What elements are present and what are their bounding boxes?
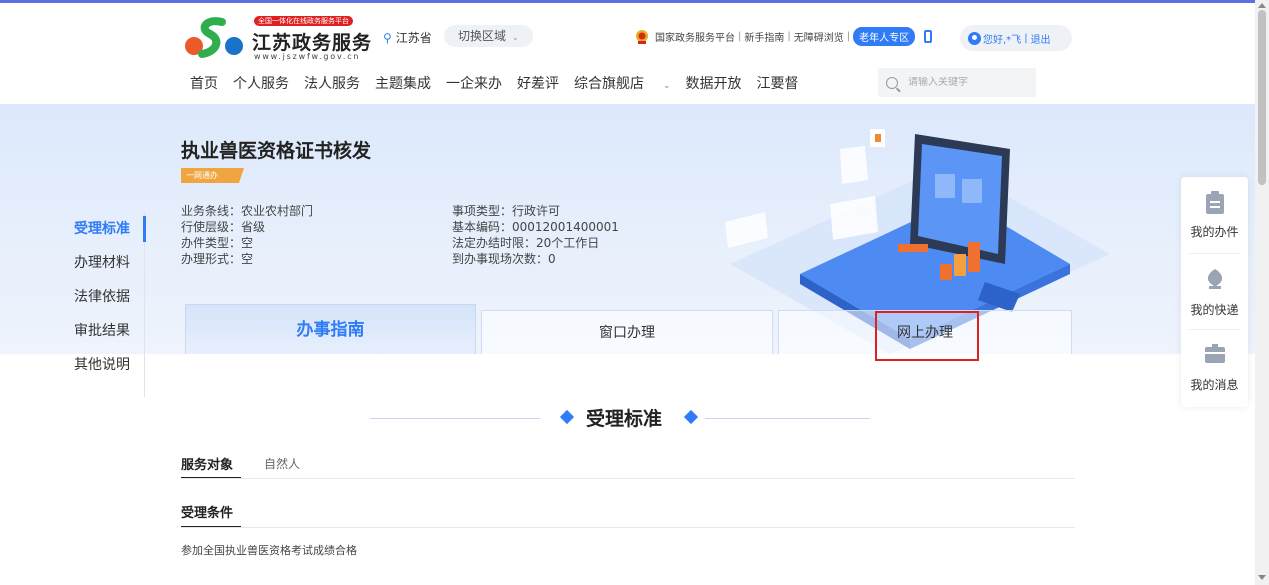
search-input[interactable]	[908, 77, 1028, 88]
business-line: 业务条线：农业农村部门	[181, 204, 314, 218]
service-target-value: 自然人	[264, 457, 301, 471]
divider	[181, 527, 1075, 528]
heading-line-left	[370, 418, 540, 419]
side-item-legal-basis[interactable]: 法律依据	[60, 280, 144, 314]
section-heading: 受理标准	[370, 398, 870, 438]
nav-item-theme-integration[interactable]: 主题集成	[375, 73, 431, 93]
logo-url: www.jszwfw.gov.cn	[254, 52, 361, 61]
statutory-time-limit: 法定办结时限：20个工作日	[452, 236, 600, 250]
online-handling-highlight	[875, 311, 979, 361]
case-type: 办件类型：空	[181, 236, 254, 250]
side-item-approval-result[interactable]: 审批结果	[60, 314, 144, 348]
my-cases-button[interactable]: 我的办件	[1181, 177, 1248, 253]
my-express-label: 我的快递	[1190, 303, 1239, 317]
logout-link[interactable]: 退出	[1031, 31, 1051, 46]
heading-line-right	[705, 418, 870, 419]
side-nav: 受理标准 办理材料 法律依据 审批结果 其他说明	[60, 212, 146, 397]
clipboard-icon	[1206, 191, 1224, 214]
nav-item-home[interactable]: 首页	[190, 73, 218, 93]
elder-zone-link[interactable]: 老年人专区	[853, 27, 916, 46]
handling-form: 办理形式：空	[181, 252, 254, 266]
main-nav: 首页 个人服务 法人服务 主题集成 一企来办 好差评 综合旗舰店 ⌄ 数据开放 江…	[190, 73, 814, 93]
accessibility-link[interactable]: 无障碍浏览	[794, 29, 844, 44]
tab-window-handling[interactable]: 窗口办理	[481, 310, 773, 354]
logo-icon	[185, 17, 243, 58]
exercise-level: 行使层级：省级	[181, 220, 266, 234]
switch-region-label: 切换区域	[458, 29, 507, 43]
item-type: 事项类型：行政许可	[452, 204, 561, 218]
nav-item-open-data[interactable]: 数据开放	[686, 73, 742, 93]
side-item-other-notes[interactable]: 其他说明	[60, 348, 144, 382]
section-title: 受理标准	[586, 408, 663, 430]
top-links: 国家政务服务平台 | 新手指南 | 无障碍浏览 | 老年人专区	[635, 27, 941, 46]
service-title: 执业兽医资格证书核发	[181, 140, 372, 162]
page-scrollbar[interactable]	[1255, 0, 1269, 585]
my-cases-label: 我的办件	[1190, 225, 1239, 239]
link-separator: |	[1024, 32, 1028, 44]
diamond-icon	[683, 409, 699, 425]
nav-item-evaluation[interactable]: 好差评	[517, 73, 559, 93]
my-express-button[interactable]: 我的快递	[1181, 253, 1248, 329]
location-pin-icon: ⚲	[383, 30, 392, 45]
search-icon[interactable]	[886, 76, 898, 89]
beginner-guide-link[interactable]: 新手指南	[744, 29, 784, 44]
express-icon	[1207, 269, 1223, 289]
nav-item-flagship-store-label: 综合旗舰店	[574, 76, 644, 92]
nav-item-supervision[interactable]: 江要督	[757, 73, 799, 93]
diamond-icon	[559, 409, 575, 425]
message-box-icon	[1205, 344, 1225, 363]
current-location: ⚲ 江苏省	[383, 29, 432, 46]
side-item-acceptance-standard[interactable]: 受理标准	[60, 212, 146, 246]
national-platform-link[interactable]: 国家政务服务平台	[655, 29, 735, 44]
nav-item-enterprise[interactable]: 一企来办	[446, 73, 502, 93]
float-panel: 我的办件 我的快递 我的消息	[1181, 177, 1248, 407]
onsite-visit-count: 到办事现场次数：0	[452, 252, 556, 266]
logo-title: 江苏政务服务	[252, 32, 373, 54]
search-box[interactable]	[878, 68, 1036, 97]
mobile-phone-icon[interactable]	[924, 30, 933, 43]
tab-guide[interactable]: 办事指南	[185, 304, 476, 354]
national-emblem-icon	[636, 29, 648, 44]
service-info-left: 业务条线：农业农村部门 行使层级：省级 办件类型：空 办理形式：空	[181, 203, 313, 267]
scroll-down-icon[interactable]	[1258, 575, 1266, 580]
link-separator: |	[738, 31, 742, 42]
logo-badge: 全国一体化在线政务服务平台	[254, 16, 353, 26]
nav-item-personal-service[interactable]: 个人服务	[233, 73, 289, 93]
chevron-down-icon: ⌄	[512, 33, 519, 42]
link-separator: |	[846, 31, 851, 42]
location-text: 江苏省	[395, 31, 432, 45]
user-avatar-icon	[968, 31, 981, 45]
one-network-tag: 一网通办	[181, 168, 244, 183]
divider	[181, 478, 1075, 479]
nav-item-flagship-store[interactable]: 综合旗舰店 ⌄	[574, 73, 671, 93]
link-separator: |	[787, 31, 791, 42]
chevron-down-icon: ⌄	[663, 81, 671, 91]
switch-region-button[interactable]: 切换区域 ⌄	[444, 25, 533, 47]
side-item-materials[interactable]: 办理材料	[60, 246, 144, 280]
service-target-label: 服务对象	[181, 458, 234, 473]
service-info-right: 事项类型：行政许可 基本编码：00012001400001 法定办结时限：20个…	[452, 203, 619, 267]
user-account[interactable]: 您好,*飞 | 退出	[960, 25, 1072, 51]
scroll-up-icon[interactable]	[1258, 3, 1266, 8]
scroll-thumb[interactable]	[1258, 10, 1266, 185]
basic-code: 基本编码：00012001400001	[452, 220, 619, 234]
my-messages-button[interactable]: 我的消息	[1181, 329, 1248, 405]
site-logo[interactable]: 全国一体化在线政务服务平台 江苏政务服务 www.jszwfw.gov.cn	[182, 14, 371, 64]
my-messages-label: 我的消息	[1190, 378, 1239, 392]
user-greeting[interactable]: 您好,*飞	[983, 31, 1021, 46]
acceptance-condition-label: 受理条件	[181, 506, 234, 521]
acceptance-condition-text: 参加全国执业兽医资格考试成绩合格	[181, 544, 357, 557]
nav-item-corporate-service[interactable]: 法人服务	[304, 73, 360, 93]
